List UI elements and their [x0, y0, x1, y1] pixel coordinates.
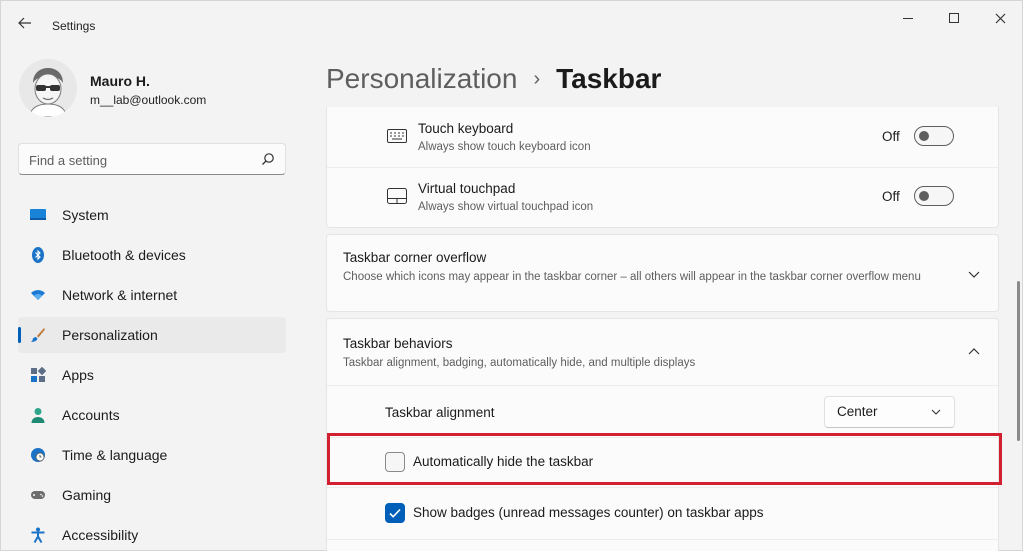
behaviors-title: Taskbar behaviors	[343, 336, 453, 351]
monitor-icon	[30, 209, 46, 220]
sidebar-item-label: Time & language	[62, 447, 168, 463]
sidebar-item-label: Apps	[62, 367, 94, 383]
virtual-touchpad-toggle[interactable]	[914, 186, 954, 206]
sidebar-item-label: Bluetooth & devices	[62, 247, 186, 263]
taskbar-alignment-select[interactable]: Center	[824, 396, 955, 428]
avatar-icon	[19, 59, 77, 117]
next-row	[327, 539, 998, 551]
taskbar-corner-overflow-card[interactable]: Taskbar corner overflow Choose which ico…	[326, 234, 999, 312]
user-email: m__lab@outlook.com	[90, 93, 207, 107]
taskbar-alignment-value: Center	[837, 404, 878, 419]
scrollbar[interactable]	[1017, 281, 1020, 441]
page-title: Taskbar	[556, 63, 662, 94]
sidebar-item-time-language[interactable]: Time & language	[18, 437, 286, 473]
sidebar-item-personalization[interactable]: Personalization	[18, 317, 286, 353]
virtual-touchpad-state: Off	[882, 189, 900, 204]
sidebar-item-accessibility[interactable]: Accessibility	[18, 517, 286, 551]
search-icon[interactable]	[261, 152, 275, 166]
virtual-touchpad-title: Virtual touchpad	[418, 181, 516, 196]
sidebar-item-network[interactable]: Network & internet	[18, 277, 286, 313]
virtual-touchpad-subtitle: Always show virtual touchpad icon	[418, 201, 594, 213]
touch-keyboard-toggle[interactable]	[914, 126, 954, 146]
show-badges-label[interactable]: Show badges (unread messages counter) on…	[413, 505, 763, 520]
back-arrow-icon	[18, 17, 31, 29]
minimize-icon	[903, 17, 913, 19]
close-icon	[995, 13, 1005, 23]
settings-window: Settings Mauro H. m__lab@outlook.com Fin…	[0, 0, 1023, 551]
user-profile[interactable]: Mauro H. m__lab@outlook.com	[19, 59, 279, 121]
auto-hide-label[interactable]: Automatically hide the taskbar	[413, 454, 593, 469]
avatar	[19, 59, 77, 117]
bluetooth-icon	[32, 247, 44, 263]
breadcrumb: Personalization › Taskbar	[326, 59, 661, 99]
auto-hide-row: Automatically hide the taskbar	[327, 437, 998, 487]
sidebar-item-gaming[interactable]: Gaming	[18, 477, 286, 513]
touchpad-icon	[387, 188, 407, 204]
gamepad-icon	[31, 491, 45, 499]
toggle-knob	[919, 191, 929, 201]
show-badges-checkbox[interactable]	[385, 503, 405, 523]
touch-keyboard-row: Touch keyboard Always show touch keyboar…	[327, 108, 998, 167]
sidebar-item-label: System	[62, 207, 109, 223]
settings-content: Touch keyboard Always show touch keyboar…	[326, 107, 1000, 551]
breadcrumb-separator: ›	[533, 67, 541, 90]
sidebar-item-system[interactable]: System	[18, 197, 286, 233]
chevron-down-icon	[931, 409, 941, 415]
touch-keyboard-subtitle: Always show touch keyboard icon	[418, 141, 591, 153]
paintbrush-icon	[31, 328, 45, 342]
show-badges-row: Show badges (unread messages counter) on…	[327, 487, 998, 539]
title-bar: Settings	[1, 1, 1022, 41]
user-name: Mauro H.	[90, 73, 150, 89]
maximize-button[interactable]	[931, 1, 977, 35]
sidebar-item-label: Network & internet	[62, 287, 178, 303]
globe-clock-icon	[31, 448, 45, 462]
checkmark-icon	[389, 508, 401, 518]
taskbar-behaviors-card: Taskbar behaviors Taskbar alignment, bad…	[326, 318, 999, 551]
maximize-icon	[949, 13, 959, 23]
keyboard-icon	[387, 129, 407, 143]
taskbar-alignment-label: Taskbar alignment	[385, 405, 495, 420]
corner-overflow-subtitle: Choose which icons may appear in the tas…	[343, 271, 921, 283]
breadcrumb-parent[interactable]: Personalization	[326, 63, 517, 95]
chevron-up-icon[interactable]	[966, 344, 982, 360]
apps-icon	[31, 367, 46, 382]
sidebar-nav: System Bluetooth & devices Network & int…	[18, 197, 286, 551]
person-icon	[31, 408, 45, 423]
touch-keyboard-state: Off	[882, 129, 900, 144]
search-box[interactable]	[18, 143, 286, 175]
taskbar-system-tray-icons-card: Touch keyboard Always show touch keyboar…	[326, 107, 999, 228]
sidebar-item-label: Gaming	[62, 487, 112, 503]
back-button[interactable]	[9, 9, 41, 37]
close-button[interactable]	[977, 1, 1023, 35]
sidebar-item-apps[interactable]: Apps	[18, 357, 286, 393]
wifi-icon	[31, 290, 45, 300]
corner-overflow-title: Taskbar corner overflow	[343, 250, 487, 265]
sidebar-item-label: Accessibility	[62, 527, 139, 543]
chevron-down-icon[interactable]	[966, 266, 982, 282]
sidebar-item-label: Personalization	[62, 327, 158, 343]
touch-keyboard-title: Touch keyboard	[418, 121, 514, 136]
app-title: Settings	[52, 19, 96, 33]
auto-hide-checkbox[interactable]	[385, 452, 405, 472]
sidebar-item-bluetooth[interactable]: Bluetooth & devices	[18, 237, 286, 273]
minimize-button[interactable]	[885, 1, 931, 35]
sidebar-item-accounts[interactable]: Accounts	[18, 397, 286, 433]
accessibility-icon	[31, 527, 45, 543]
search-input[interactable]	[29, 150, 249, 170]
virtual-touchpad-row: Virtual touchpad Always show virtual tou…	[327, 167, 998, 226]
toggle-knob	[919, 131, 929, 141]
behaviors-subtitle: Taskbar alignment, badging, automaticall…	[343, 357, 696, 369]
taskbar-alignment-row: Taskbar alignment Center	[327, 385, 998, 437]
sidebar-item-label: Accounts	[62, 407, 120, 423]
